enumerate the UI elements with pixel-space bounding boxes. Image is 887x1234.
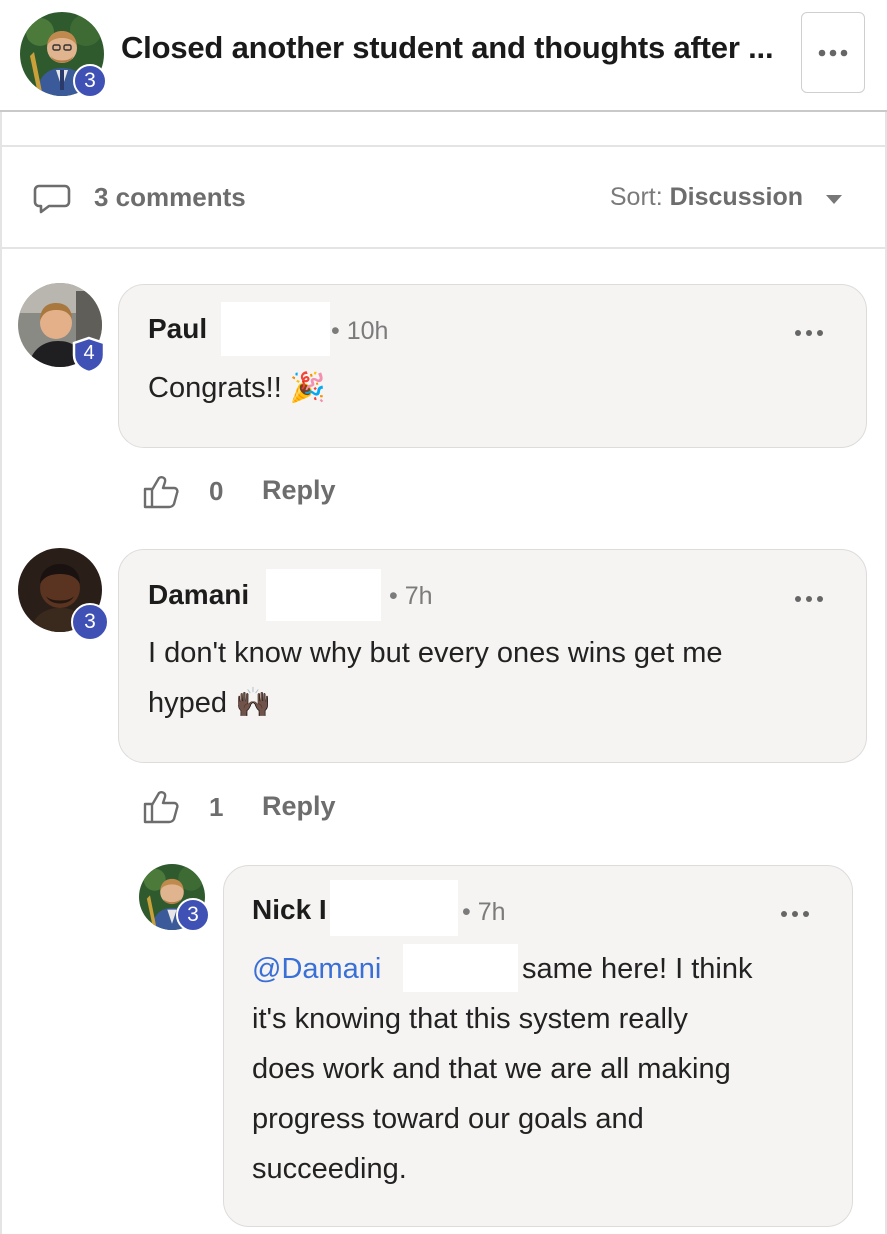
more-horizontal-icon[interactable] xyxy=(794,329,824,337)
comment-author[interactable]: Damani xyxy=(148,579,249,611)
level-badge: 3 xyxy=(73,64,107,98)
redacted-name xyxy=(330,880,458,936)
comment-text-line: progress toward our goals and xyxy=(252,1103,644,1135)
comment-time: • 7h xyxy=(389,582,433,610)
level-badge: 3 xyxy=(176,898,210,932)
thumbs-up-icon[interactable] xyxy=(142,789,180,825)
more-horizontal-icon xyxy=(818,49,848,56)
like-count: 1 xyxy=(209,792,224,822)
comment-author[interactable]: Nick I xyxy=(252,894,327,926)
divider xyxy=(0,247,887,249)
sort-value: Discussion xyxy=(669,183,803,211)
more-horizontal-icon[interactable] xyxy=(780,910,810,918)
comment-text-line: it's knowing that this system really xyxy=(252,1003,688,1035)
comment-text-line: does work and that we are all making xyxy=(252,1053,731,1085)
reply-button[interactable]: Reply xyxy=(262,475,336,506)
comment-time: • 10h xyxy=(331,317,389,345)
like-count: 0 xyxy=(209,476,224,506)
comment-text-line: same here! I think xyxy=(522,953,753,985)
redacted-name xyxy=(403,944,518,992)
comment-text-line: I don't know why but every ones wins get… xyxy=(148,637,723,669)
level-badge: 3 xyxy=(71,603,109,641)
redacted-name xyxy=(266,569,381,621)
comment-author[interactable]: Paul xyxy=(148,313,207,345)
comment-time: • 7h xyxy=(462,898,506,926)
comment-text-line: hyped 🙌🏿 xyxy=(148,687,272,719)
reply-button[interactable]: Reply xyxy=(262,791,336,822)
post-header: 3 Closed another student and thoughts af… xyxy=(0,0,887,112)
divider xyxy=(0,145,887,147)
thumbs-up-icon[interactable] xyxy=(142,474,180,510)
sort-dropdown[interactable]: Sort: Discussion xyxy=(610,183,803,212)
more-horizontal-icon[interactable] xyxy=(794,595,824,603)
comment-bubble-icon xyxy=(33,184,71,214)
post-more-button[interactable] xyxy=(801,12,865,93)
caret-down-icon[interactable] xyxy=(826,195,842,204)
comment-text: Congrats!! 🎉 xyxy=(148,372,326,404)
comment-text: it's knowing that this system really doe… xyxy=(252,994,731,1194)
redacted-name xyxy=(221,302,330,356)
level-badge: 4 xyxy=(83,342,95,364)
post-title[interactable]: Closed another student and thoughts afte… xyxy=(121,30,781,66)
mention-link[interactable]: @Damani xyxy=(252,944,381,994)
comments-count: 3 comments xyxy=(94,182,246,212)
sort-label: Sort: xyxy=(609,183,670,211)
post-author-avatar[interactable]: 3 xyxy=(20,12,107,98)
comment-text-line: succeeding. xyxy=(252,1153,407,1185)
comment-text: I don't know why but every ones wins get… xyxy=(148,628,723,728)
